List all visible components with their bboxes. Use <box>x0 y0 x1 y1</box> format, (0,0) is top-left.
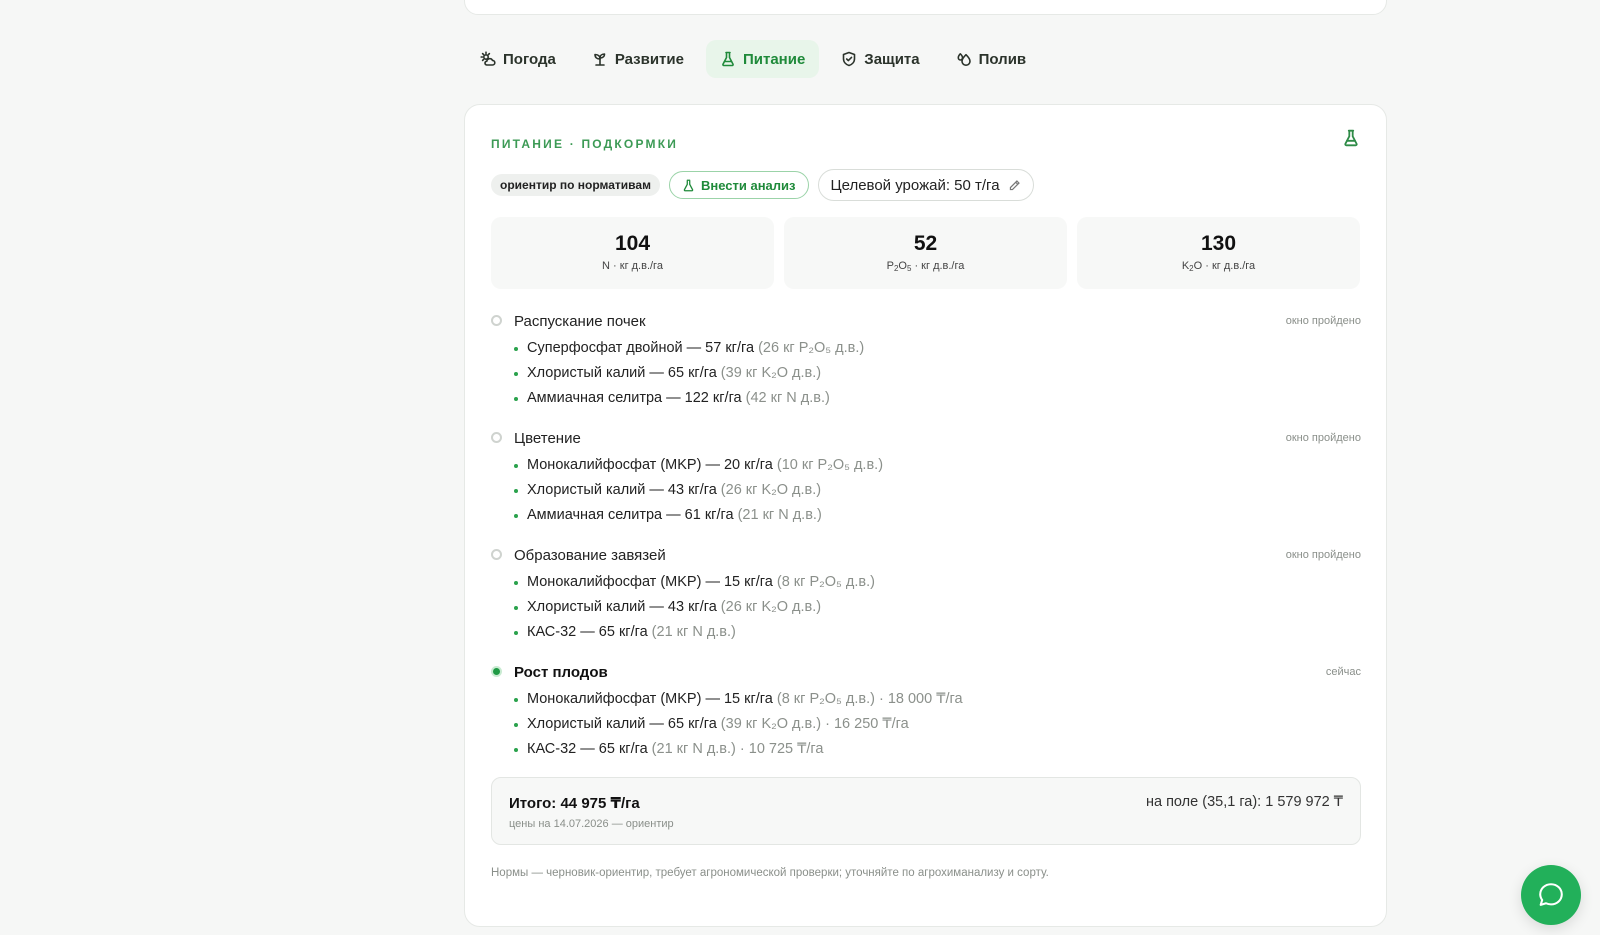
list-item: КАС-32 — 65 кг/га (21 кг N д.в.) · 10 72… <box>514 737 1361 762</box>
nutrition-card: ПИТАНИЕ · ПОДКОРМКИ ориентир по норматив… <box>464 104 1387 927</box>
stat-p-value: 52 <box>913 232 938 255</box>
stage-dot <box>491 549 502 560</box>
tab-irrigation-label: Полив <box>978 50 1027 68</box>
stage-status: окно пройдено <box>1285 549 1361 561</box>
chip-row: ориентир по нормативам Внести анализ Цел… <box>491 169 1034 201</box>
tab-weather[interactable]: Погода <box>466 40 570 78</box>
stage-name: Образование завязей <box>514 546 666 564</box>
tab-bar: Погода Развитие Питание Защита Полив <box>466 40 1040 78</box>
totals-box: Итого: 44 975 ₸/га цены на 14.07.2026 — … <box>491 777 1361 845</box>
list-item: Аммиачная селитра — 61 кг/га (21 кг N д.… <box>514 503 1361 528</box>
nutrient-stats: 104 N · кг д.в./га 52 P2O5 · кг д.в./га … <box>491 217 1360 289</box>
flask-icon <box>722 51 734 67</box>
field-total: на поле (35,1 га): 1 579 972 ₸ <box>1145 794 1343 810</box>
list-item: Монокалийфосфат (MKP) — 15 кг/га (8 кг P… <box>514 570 1361 595</box>
tab-protection[interactable]: Защита <box>827 40 933 78</box>
stage-dot <box>491 315 502 326</box>
target-yield-button[interactable]: Целевой урожай: 50 т/га <box>817 169 1034 201</box>
stage-name: Цветение <box>514 429 581 447</box>
pencil-icon <box>1009 179 1020 190</box>
list-item: Монокалийфосфат (MKP) — 20 кг/га (10 кг … <box>514 453 1361 478</box>
stat-k: 130 K2O · кг д.в./га <box>1077 217 1360 289</box>
chat-button[interactable] <box>1521 865 1581 925</box>
tab-nutrition[interactable]: Питание <box>705 40 820 78</box>
tab-nutrition-label: Питание <box>742 50 806 68</box>
list-item: Монокалийфосфат (MKP) — 15 кг/га (8 кг P… <box>514 687 1361 712</box>
flask-icon <box>683 179 694 191</box>
stage-list: Распускание почек окно пройдено Суперфос… <box>491 309 1361 777</box>
stage-status: сейчас <box>1325 666 1361 678</box>
stage-status: окно пройдено <box>1285 315 1361 327</box>
total-per-ha: Итого: 44 975 ₸/га <box>509 795 640 812</box>
stage-item: Цветение окно пройдено Монокалийфосфат (… <box>491 426 1361 528</box>
stat-n: 104 N · кг д.в./га <box>491 217 774 289</box>
list-item: Хлористый калий — 43 кг/га (26 кг K₂O д.… <box>514 595 1361 620</box>
list-item: Хлористый калий — 43 кг/га (26 кг K₂O д.… <box>514 478 1361 503</box>
stage-item: Распускание почек окно пройдено Суперфос… <box>491 309 1361 411</box>
chat-icon <box>1539 883 1563 906</box>
sprout-icon <box>594 53 606 66</box>
stat-k-value: 130 <box>1200 232 1237 255</box>
target-yield-label: Целевой урожай: 50 т/га <box>830 176 1000 194</box>
prices-date: цены на 14.07.2026 — ориентир <box>509 818 674 830</box>
weather-icon <box>480 51 496 66</box>
list-item: Аммиачная селитра — 122 кг/га (42 кг N д… <box>514 386 1361 411</box>
stage-item-current: Рост плодов сейчас Монокалийфосфат (MKP)… <box>491 660 1361 762</box>
tab-irrigation[interactable]: Полив <box>942 40 1041 78</box>
flask-icon[interactable] <box>1342 129 1360 147</box>
stage-name: Распускание почек <box>514 312 646 330</box>
list-item: КАС-32 — 65 кг/га (21 кг N д.в.) <box>514 620 1361 645</box>
stage-dot <box>491 432 502 443</box>
stat-p: 52 P2O5 · кг д.в./га <box>784 217 1067 289</box>
list-item: Хлористый калий — 65 кг/га (39 кг K₂O д.… <box>514 712 1361 737</box>
current-stage-dot <box>491 666 502 677</box>
list-item: Суперфосфат двойной — 57 кг/га (26 кг P₂… <box>514 336 1361 361</box>
stage-item: Образование завязей окно пройдено Монока… <box>491 543 1361 645</box>
stat-k-label: K2O · кг д.в./га <box>1181 260 1256 273</box>
stage-status: окно пройдено <box>1285 432 1361 444</box>
stat-p-label: P2O5 · кг д.в./га <box>886 260 965 273</box>
stat-n-label: N · кг д.в./га <box>602 260 663 272</box>
previous-card <box>464 0 1387 15</box>
tab-weather-label: Погода <box>503 50 556 68</box>
list-item: Хлористый калий — 65 кг/га (39 кг K₂O д.… <box>514 361 1361 386</box>
tab-development-label: Развитие <box>614 50 684 68</box>
tab-protection-label: Защита <box>864 50 920 68</box>
footnote: Нормы — черновик-ориентир, требует агрон… <box>491 867 1049 879</box>
stage-name: Рост плодов <box>514 663 608 681</box>
section-title: ПИТАНИЕ · ПОДКОРМКИ <box>491 137 679 151</box>
tab-development[interactable]: Развитие <box>578 40 698 78</box>
add-analysis-button[interactable]: Внести анализ <box>668 171 809 199</box>
add-analysis-label: Внести анализ <box>700 177 796 193</box>
shield-icon <box>842 51 856 67</box>
droplets-icon <box>957 53 971 66</box>
stat-n-value: 104 <box>614 232 651 255</box>
norms-badge: ориентир по нормативам <box>491 174 660 196</box>
